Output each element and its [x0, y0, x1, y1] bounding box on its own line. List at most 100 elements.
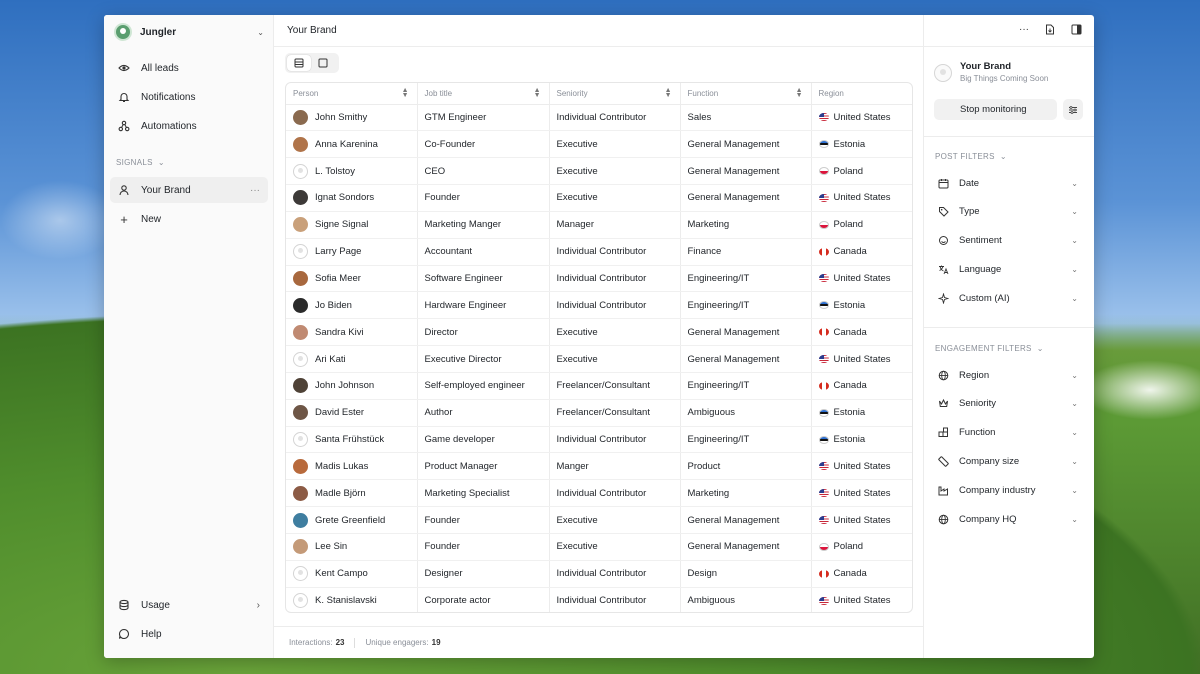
filter-seniority[interactable]: Seniority ⌄ — [930, 392, 1082, 416]
table-row[interactable]: Anna Karenina Co-Founder Executive Gener… — [286, 130, 912, 159]
filter-sentiment[interactable]: Sentiment ⌄ — [930, 229, 1082, 253]
filter-language[interactable]: Language ⌄ — [930, 257, 1082, 281]
nav-new-signal[interactable]: + New — [110, 206, 268, 232]
table-row[interactable]: Santa Frühstück Game developer Individua… — [286, 426, 912, 454]
filter-date[interactable]: Date ⌄ — [930, 171, 1082, 195]
region-name: Estonia — [833, 407, 866, 419]
card-view-button[interactable] — [311, 55, 335, 71]
filter-type[interactable]: Type ⌄ — [930, 200, 1082, 224]
post-filters-label[interactable]: POST FILTERS ⌄ — [935, 152, 1007, 161]
table-row[interactable]: John Smithy GTM Engineer Individual Cont… — [286, 104, 912, 132]
cell-person: Grete Greenfield — [286, 506, 418, 534]
cell-person: Ignat Sondors — [286, 184, 418, 212]
flag-icon — [818, 516, 829, 525]
column-header-seniority[interactable]: Seniority ▲ ▼ — [549, 83, 681, 105]
section-label: ENGAGEMENT FILTERS — [935, 344, 1032, 353]
nav-help[interactable]: Help — [110, 621, 268, 647]
cell-person: Larry Page — [286, 238, 418, 266]
cell-region: United States — [811, 587, 912, 612]
column-header-person[interactable]: Person ▲ ▼ — [286, 83, 418, 105]
cell-job-title: CEO — [417, 157, 550, 186]
filter-company-industry[interactable]: Company industry ⌄ — [930, 478, 1082, 502]
cell-region: Poland — [811, 533, 912, 561]
cell-function: General Management — [680, 184, 812, 212]
filter-custom-ai[interactable]: Custom (AI) ⌄ — [930, 286, 1082, 310]
cell-region: Poland — [811, 157, 912, 186]
table-row[interactable]: Madle Björn Marketing Specialist Individ… — [286, 479, 912, 508]
column-header-function[interactable]: Function ▲ ▼ — [680, 83, 812, 105]
table-row[interactable]: L. Tolstoy CEO Executive General Managem… — [286, 157, 912, 186]
export-file-icon[interactable] — [1045, 24, 1055, 38]
table-row[interactable]: Larry Page Accountant Individual Contrib… — [286, 238, 912, 266]
cell-job-title: Director — [417, 318, 550, 347]
settings-sliders-button[interactable] — [1063, 99, 1083, 120]
blocks-icon — [937, 427, 949, 439]
chevron-right-icon: › — [256, 599, 260, 611]
filter-region[interactable]: Region ⌄ — [930, 363, 1082, 387]
chevron-down-icon: ⌄ — [1071, 264, 1078, 274]
table-row[interactable]: Grete Greenfield Founder Executive Gener… — [286, 506, 912, 534]
person-name: Sofia Meer — [315, 272, 361, 284]
region-name: Poland — [833, 541, 864, 553]
workspace-switcher[interactable]: Jungler ⌄ — [114, 21, 264, 43]
nav-automations[interactable]: Automations — [110, 113, 268, 139]
more-options-icon[interactable]: ··· — [250, 185, 260, 196]
avatar — [293, 458, 308, 474]
avatar — [293, 244, 308, 260]
stop-monitoring-button[interactable]: Stop monitoring — [934, 99, 1057, 120]
column-header-region[interactable]: Region — [811, 83, 912, 105]
avatar — [293, 405, 308, 421]
cell-job-title: Founder — [417, 506, 550, 534]
signals-section-label[interactable]: SIGNALS ⌄ — [116, 158, 165, 167]
cell-person: L. Tolstoy — [286, 157, 418, 186]
table-row[interactable]: Madis Lukas Product Manager Manger Produ… — [286, 452, 912, 481]
column-label: Region — [818, 88, 844, 98]
nav-all-leads[interactable]: All leads — [110, 55, 268, 81]
filter-company-hq[interactable]: Company HQ ⌄ — [930, 507, 1082, 531]
table-row[interactable]: Ari Kati Executive Director Executive Ge… — [286, 345, 912, 373]
main-content: Your Brand Person ▲ ▼ Job title ▲ ▼ Seniorit — [274, 15, 1094, 658]
cell-person: K. Stanislavski — [286, 587, 418, 612]
table-view-button[interactable] — [287, 55, 311, 71]
avatar — [934, 64, 952, 82]
column-header-job-title[interactable]: Job title ▲ ▼ — [417, 83, 550, 105]
cell-region: United States — [811, 452, 912, 481]
flag-icon — [818, 167, 829, 176]
toggle-panel-icon[interactable] — [1071, 24, 1082, 38]
table-row[interactable]: David Ester Author Freelancer/Consultant… — [286, 399, 912, 427]
filter-company-size[interactable]: Company size ⌄ — [930, 449, 1082, 473]
table-row[interactable]: John Johnson Self-employed engineer Free… — [286, 372, 912, 400]
chat-bubble-icon — [118, 628, 130, 640]
globe-icon — [937, 513, 949, 525]
filter-label: Type — [959, 206, 980, 218]
nav-signal-your-brand[interactable]: Your Brand ··· — [110, 177, 268, 203]
filter-function[interactable]: Function ⌄ — [930, 421, 1082, 445]
chevron-down-icon: ⌄ — [1034, 344, 1044, 353]
person-name: John Johnson — [315, 380, 375, 392]
person-name: K. Stanislavski — [315, 595, 377, 607]
cell-person: Anna Karenina — [286, 130, 418, 159]
table-row[interactable]: Ignat Sondors Founder Executive General … — [286, 184, 912, 212]
avatar — [293, 190, 308, 206]
person-name: Ari Kati — [315, 353, 346, 365]
crown-icon — [937, 398, 949, 410]
cell-region: United States — [811, 184, 912, 212]
table-row[interactable]: Lee Sin Founder Executive General Manage… — [286, 533, 912, 561]
section-label: POST FILTERS — [935, 152, 995, 161]
table-row[interactable]: Sandra Kivi Director Executive General M… — [286, 318, 912, 347]
table-row[interactable]: Sofia Meer Software Engineer Individual … — [286, 265, 912, 293]
engagement-filters-label[interactable]: ENGAGEMENT FILTERS ⌄ — [935, 344, 1044, 353]
cell-job-title: Author — [417, 399, 550, 427]
nav-notifications[interactable]: Notifications — [110, 84, 268, 110]
table-row[interactable]: K. Stanislavski Corporate actor Individu… — [286, 587, 912, 612]
flag-icon — [818, 569, 829, 578]
sidebar: Jungler ⌄ All leads Notifications Automa… — [104, 15, 274, 658]
table-row[interactable]: Signe Signal Marketing Manger Manager Ma… — [286, 211, 912, 239]
more-options-icon[interactable]: ··· — [1019, 24, 1029, 38]
nav-usage[interactable]: Usage › — [110, 592, 268, 618]
cell-person: Ari Kati — [286, 345, 418, 373]
table-row[interactable]: Jo Biden Hardware Engineer Individual Co… — [286, 291, 912, 320]
cell-seniority: Freelancer/Consultant — [549, 399, 681, 427]
table-row[interactable]: Kent Campo Designer Individual Contribut… — [286, 560, 912, 588]
region-name: United States — [833, 353, 891, 365]
